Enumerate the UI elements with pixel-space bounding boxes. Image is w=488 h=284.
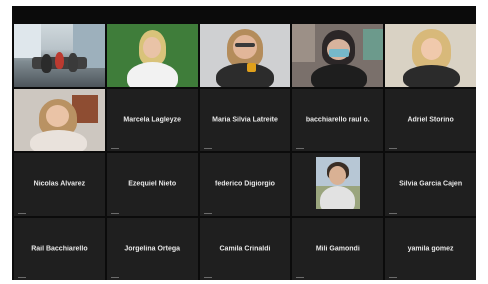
participant-name: Nicolas Alvarez [33,180,86,188]
participant-name: Mili Gamondi [315,245,360,253]
tile-divider [203,148,212,149]
tile-divider [296,148,305,149]
masked-man-scene [292,24,384,87]
participant-tile[interactable]: Marcela Lagleyze [106,88,198,151]
participant-tile[interactable]: Maria Silvia Latreite [199,88,291,151]
tile-divider [296,277,305,278]
participant-tile[interactable]: Mili Gamondi [292,217,384,280]
participant-tile[interactable]: bacchiarello raul o. [292,88,384,151]
tile-divider [203,212,212,214]
tile-divider [18,277,26,278]
video-tile-green-wall[interactable] [106,24,198,87]
tile-divider [110,277,119,278]
participant-tile[interactable]: federico Digiorgio [199,153,291,216]
video-tile-masked[interactable] [292,24,384,87]
participant-tile[interactable]: yamila gomez [385,217,476,280]
participant-tile[interactable]: Nicolas Alvarez [14,153,105,216]
participant-name: Rail Bacchiarello [31,245,88,253]
participant-name: Maria Silvia Latreite [212,116,278,124]
video-tile-young-man[interactable] [292,153,384,216]
tile-divider [389,148,398,149]
glasses-woman-scene [199,24,291,87]
young-man-video [315,156,360,210]
participant-name: Marcela Lagleyze [123,116,181,124]
participant-name: Silvia Garcia Cajen [399,180,463,188]
tile-divider [110,148,119,149]
participant-name: Camila Crinaldi [219,245,271,253]
participant-name: Ezequiel Nieto [128,180,177,188]
window-woman-scene [14,88,105,151]
participant-name: yamila gomez [407,245,454,253]
participant-tile[interactable]: Camila Crinaldi [199,217,291,280]
tile-divider [110,212,119,214]
tile-divider [203,277,212,278]
green-wall-scene [106,24,198,87]
office-scene [14,24,105,87]
participant-tile[interactable]: Adriel Storino [385,88,476,151]
participant-name: Adriel Storino [407,116,454,124]
video-tile-blonde[interactable] [385,24,476,87]
participant-tile[interactable]: Jorgelina Ortega [106,217,198,280]
video-tile-glasses-woman[interactable] [199,24,291,87]
blonde-woman-scene [385,24,476,87]
participant-tile[interactable]: Ezequiel Nieto [106,153,198,216]
participant-tile[interactable]: Rail Bacchiarello [14,217,105,280]
participant-name: Jorgelina Ortega [124,245,181,253]
tile-divider [389,212,398,214]
video-tile-window-woman[interactable] [14,88,105,151]
participant-name: bacchiarello raul o. [305,116,370,124]
tile-divider [389,277,398,278]
participant-tile[interactable]: Silvia Garcia Cajen [385,153,476,216]
participants-grid: Marcela Lagleyze Maria Silvia Latreite b… [14,24,476,280]
tile-divider [18,212,26,214]
participant-name: federico Digiorgio [215,180,275,188]
video-tile-office[interactable] [14,24,105,87]
